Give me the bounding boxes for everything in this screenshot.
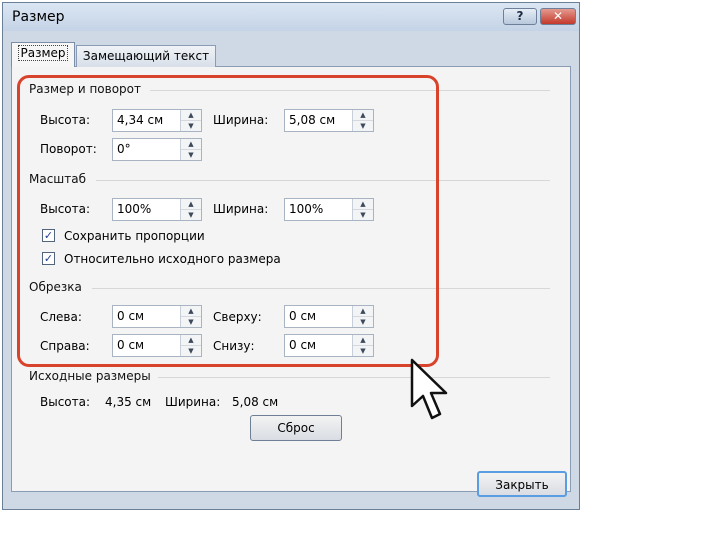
highlight-frame xyxy=(17,75,439,367)
help-button[interactable]: ? xyxy=(503,8,537,25)
tab-size[interactable]: Размер xyxy=(11,42,75,67)
original-height-label: Высота: xyxy=(40,395,91,409)
close-button[interactable]: Закрыть xyxy=(477,471,567,497)
tab-size-label: Размер xyxy=(18,45,68,61)
original-width-value: 5,08 см xyxy=(232,395,279,409)
title-bar[interactable] xyxy=(3,3,579,31)
reset-button[interactable]: Сброс xyxy=(250,415,342,441)
tab-alt-text[interactable]: Замещающий текст xyxy=(76,45,216,67)
divider xyxy=(158,377,550,378)
close-window-button[interactable]: ✕ xyxy=(540,8,576,25)
original-height-value: 4,35 см xyxy=(105,395,152,409)
section-original-size: Исходные размеры xyxy=(29,369,155,383)
original-width-label: Ширина: xyxy=(165,395,221,409)
mouse-cursor-icon xyxy=(410,358,448,420)
window-title: Размер xyxy=(12,9,65,25)
